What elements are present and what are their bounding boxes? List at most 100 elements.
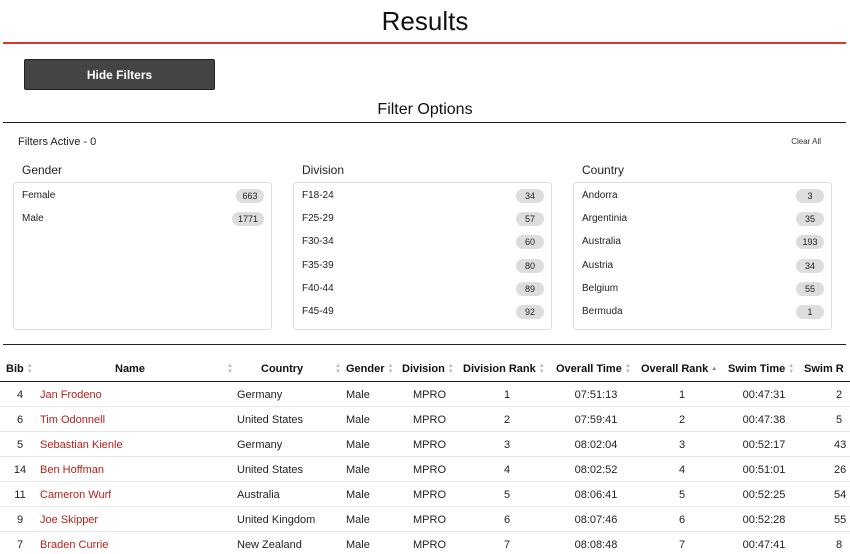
option-label: Andorra [582,190,618,201]
header-label: Name [115,363,145,375]
country-cell: Germany [237,388,283,401]
filter-divider [3,122,846,123]
athlete-name-link[interactable]: Cameron Wurf [40,482,111,507]
gender-cell: Male [346,463,370,476]
sort-icon: ▲ ▼ [447,363,454,375]
overall-time-cell: 07:59:41 [574,413,618,426]
column-header-country[interactable]: Country [261,356,303,382]
country-filter-list[interactable]: Andorra 3 Argentinia 35 Australia 193 Au… [573,182,832,330]
division-rank-cell: 5 [503,488,511,501]
header-label: Division [402,363,445,375]
country-option-bermuda[interactable]: Bermuda 1 [574,300,831,323]
gender-cell: Male [346,438,370,451]
column-header-division-rank[interactable]: Division Rank ▲ ▼ [463,356,545,382]
column-header-name-sort[interactable]: ▲ ▼ [224,356,233,382]
header-label: Swim R [804,363,844,375]
swim-time-cell: 00:47:38 [742,413,786,426]
option-count-badge: 1771 [231,211,264,226]
athlete-name-link[interactable]: Jan Frodeno [40,382,102,407]
gender-filter-title: Gender [22,163,63,177]
table-row: 4 Jan Frodeno Germany Male MPRO 1 07:51:… [0,382,850,407]
option-label: F30-34 [302,236,334,247]
overall-time-cell: 08:08:48 [574,538,618,551]
title-divider [3,42,846,44]
country-filter-title: Country [582,163,625,177]
athlete-name-link[interactable]: Braden Currie [40,532,108,554]
table-row: 9 Joe Skipper United Kingdom Male MPRO 6… [0,507,850,532]
option-label: F40-44 [302,283,334,294]
country-option-belgium[interactable]: Belgium 55 [574,277,831,300]
option-count-badge: 34 [796,258,824,273]
overall-time-cell: 08:07:46 [574,513,618,526]
option-count-badge: 55 [796,281,824,296]
column-header-swim-time[interactable]: Swim Time ▲ ▼ [728,356,794,382]
option-count-badge: 34 [516,188,544,203]
overall-rank-cell: 6 [678,513,686,526]
division-option-f30-34[interactable]: F30-34 60 [294,230,551,253]
table-row: 6 Tim Odonnell United States Male MPRO 2… [0,407,850,432]
overall-rank-cell: 1 [678,388,686,401]
bib-cell: 5 [16,438,24,451]
sort-icon: ▲ ▼ [538,363,545,375]
overall-time-cell: 07:51:13 [574,388,618,401]
sort-ascending-icon: ▲ [711,366,718,372]
athlete-name-link[interactable]: Sebastian Kienle [40,432,123,457]
option-label: Bermuda [582,306,623,317]
header-label: Country [261,363,304,375]
bib-cell: 14 [13,463,27,476]
option-label: F25-29 [302,213,334,224]
option-count-badge: 80 [516,258,544,273]
option-label: Belgium [582,283,619,294]
division-option-f40-44[interactable]: F40-44 89 [294,277,551,300]
athlete-name-link[interactable]: Tim Odonnell [40,407,105,432]
column-header-overall-rank[interactable]: Overall Rank ▲ [641,356,717,382]
swim-rank-cell: 5 [836,413,843,426]
overall-time-cell: 08:06:41 [574,488,618,501]
country-option-argentinia[interactable]: Argentinia 35 [574,207,831,230]
option-count-badge: 193 [796,234,824,249]
swim-time-cell: 00:52:28 [742,513,786,526]
gender-cell: Male [346,513,370,526]
sort-icon: ▲ ▼ [624,363,631,375]
division-rank-cell: 4 [503,463,511,476]
gender-filter-list[interactable]: Female 663 Male 1771 [13,182,272,330]
division-option-f35-39[interactable]: F35-39 80 [294,254,551,277]
sort-icon: ▲ ▼ [227,363,233,375]
column-header-country-sort[interactable]: ▲ ▼ [332,356,341,382]
column-header-swim-rank[interactable]: Swim R [804,356,850,382]
country-option-austria[interactable]: Austria 34 [574,254,831,277]
bib-cell: 7 [16,538,24,551]
athlete-name-link[interactable]: Joe Skipper [40,507,98,532]
bib-cell: 6 [16,413,24,426]
column-header-overall-time[interactable]: Overall Time ▲ ▼ [556,356,631,382]
column-header-division[interactable]: Division ▲ ▼ [402,356,454,382]
division-option-f25-29[interactable]: F25-29 57 [294,207,551,230]
clear-all-link[interactable]: Clear All [791,137,821,146]
division-rank-cell: 2 [503,413,511,426]
option-label: Argentinia [582,213,628,224]
table-row: 5 Sebastian Kienle Germany Male MPRO 3 0… [0,432,850,457]
athlete-name-link[interactable]: Ben Hoffman [40,457,104,482]
country-option-australia[interactable]: Australia 193 [574,230,831,253]
gender-option-female[interactable]: Female 663 [14,184,271,207]
column-header-name[interactable]: Name [115,356,145,382]
option-label: F45-49 [302,306,334,317]
division-filter-list[interactable]: F18-24 34 F25-29 57 F30-34 60 F35-39 80 … [293,182,552,330]
column-header-bib[interactable]: Bib ▲ ▼ [6,356,33,382]
bib-cell: 11 [14,488,26,501]
division-cell: MPRO [413,388,446,401]
swim-time-cell: 00:51:01 [742,463,786,476]
page-title: Results [381,6,469,36]
hide-filters-button[interactable]: Hide Filters [24,59,215,90]
division-filter-title: Division [302,163,345,177]
country-option-andorra[interactable]: Andorra 3 [574,184,831,207]
header-label: Overall Time [556,363,622,375]
division-option-f45-49[interactable]: F45-49 92 [294,300,551,323]
division-option-f18-24[interactable]: F18-24 34 [294,184,551,207]
division-rank-cell: 1 [503,388,511,401]
overall-time-cell: 08:02:04 [574,438,618,451]
bib-cell: 9 [16,513,24,526]
column-header-gender[interactable]: Gender ▲ ▼ [346,356,393,382]
option-count-badge: 1 [796,304,824,319]
gender-option-male[interactable]: Male 1771 [14,207,271,230]
